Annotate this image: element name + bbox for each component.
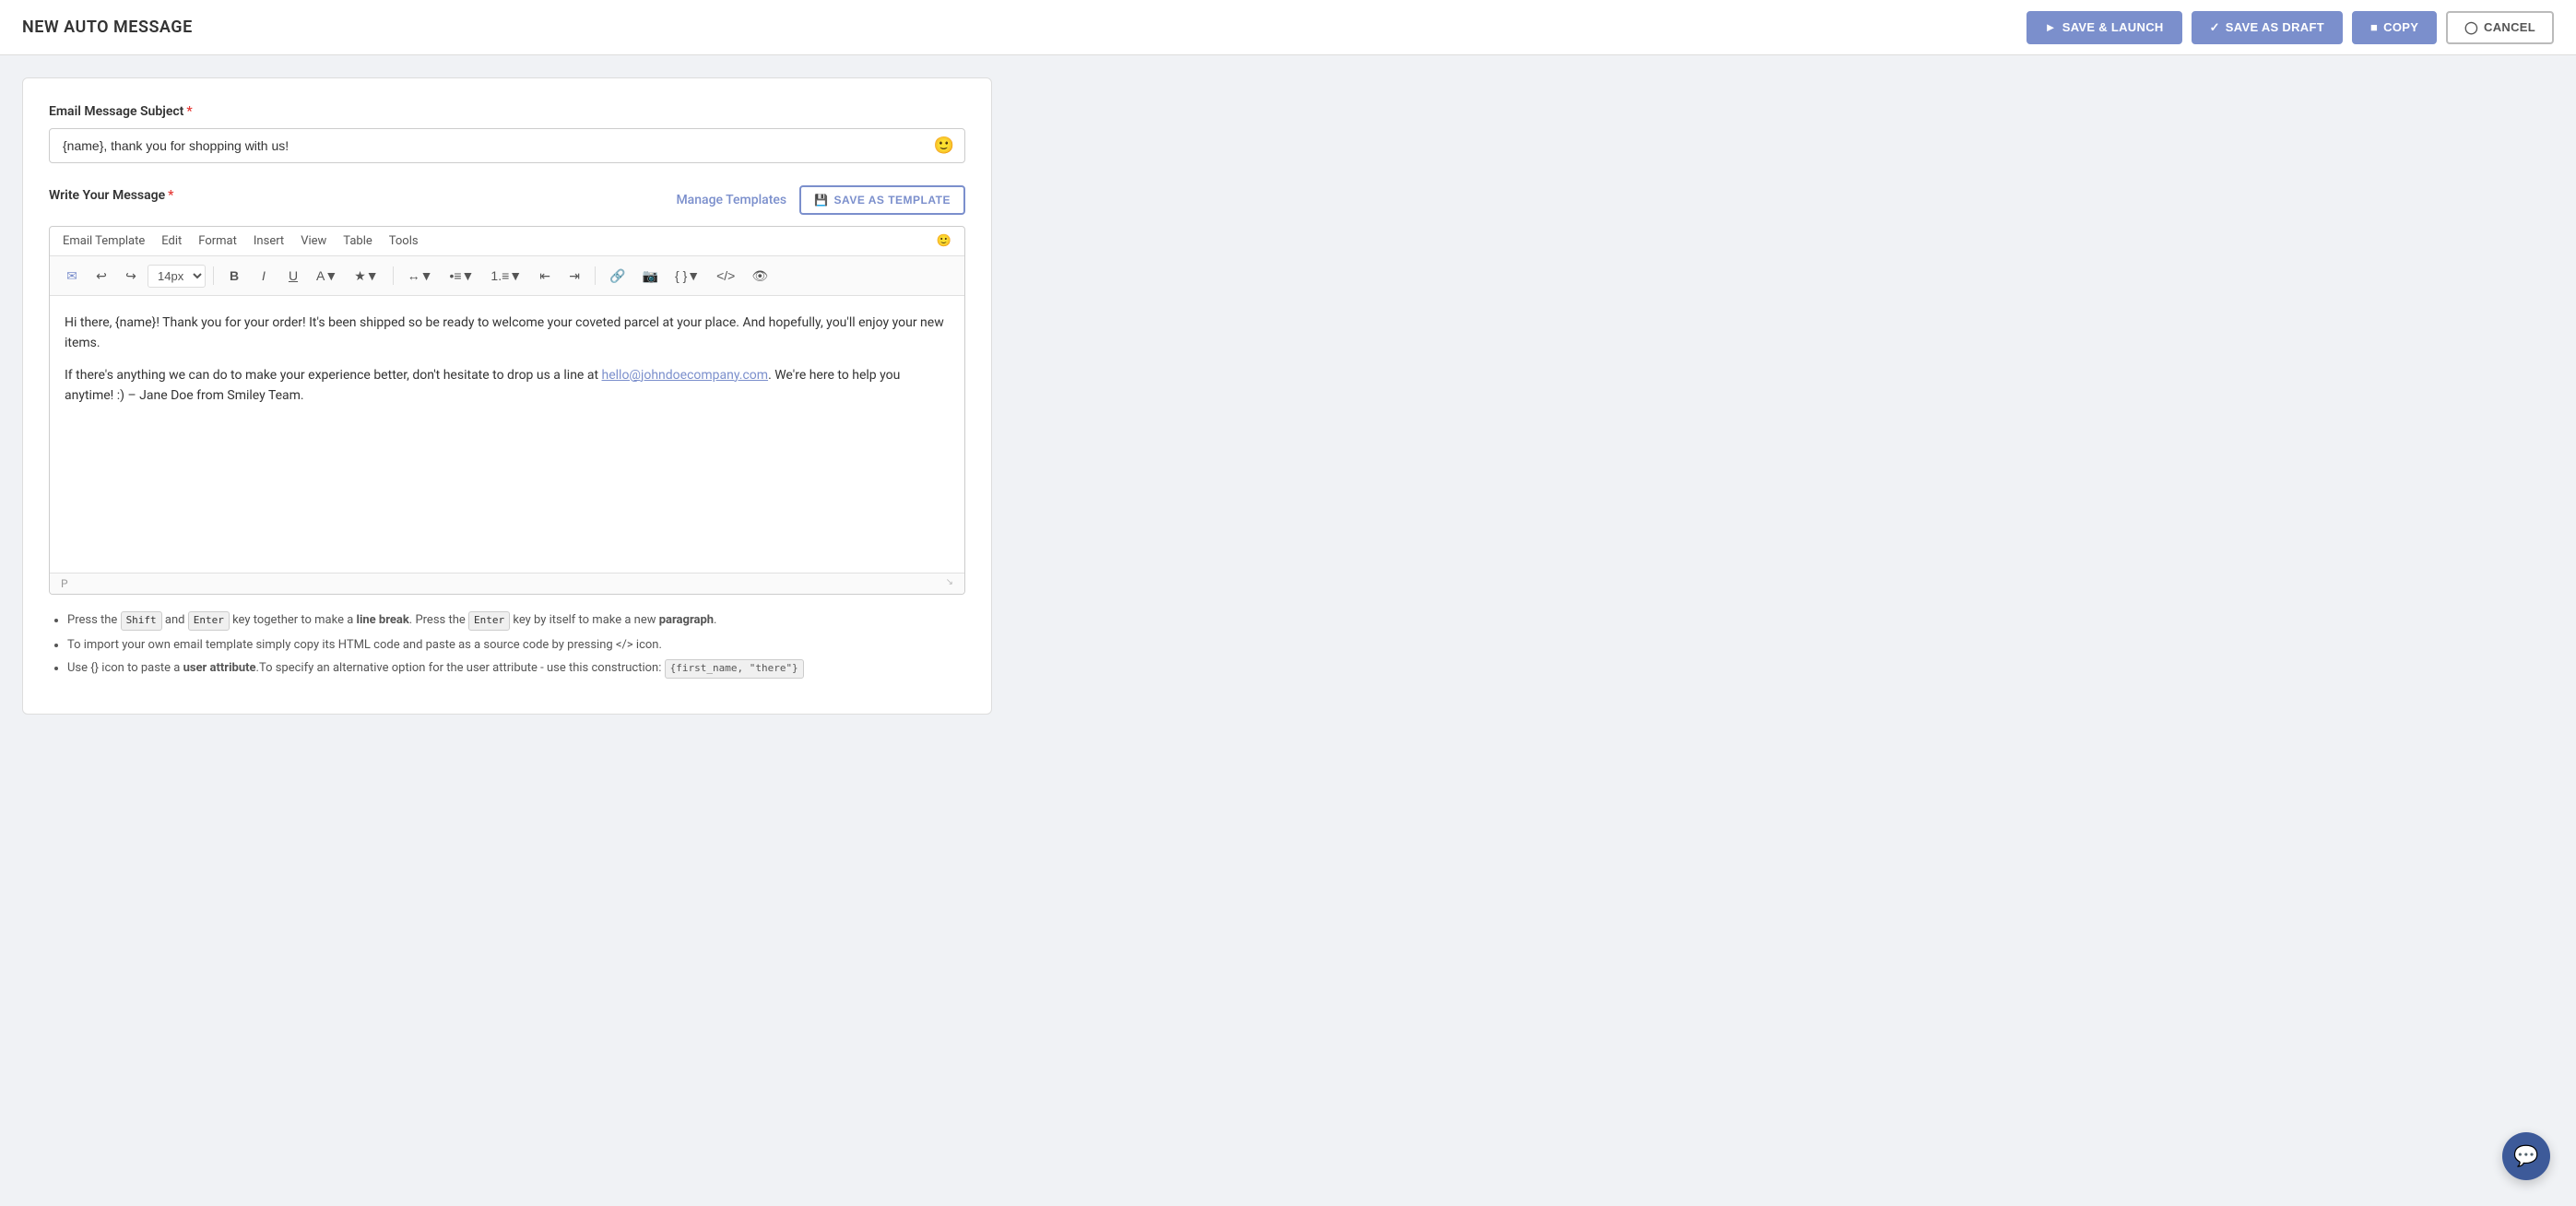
send-icon: ► bbox=[2045, 20, 2057, 34]
chat-fab-button[interactable]: 💬 bbox=[2502, 1132, 2550, 1180]
menu-edit[interactable]: Edit bbox=[161, 234, 182, 248]
hint-user-attribute: Use {} icon to paste a user attribute.To… bbox=[67, 659, 965, 679]
preview-button[interactable]: 👁 bbox=[745, 263, 774, 289]
highlight-button[interactable]: ★▼ bbox=[348, 263, 384, 289]
hint-paragraph-bold: paragraph bbox=[659, 613, 714, 627]
hints-section: Press the Shift and Enter key together t… bbox=[49, 611, 965, 679]
copy-button[interactable]: ■ COPY bbox=[2352, 11, 2437, 44]
subject-required: * bbox=[186, 104, 192, 119]
message-header: Write Your Message* Manage Templates 💾 S… bbox=[49, 185, 965, 215]
kbd-enter-2: Enter bbox=[468, 611, 510, 631]
subject-label: Email Message Subject* bbox=[49, 104, 965, 119]
cancel-icon: ◯ bbox=[2464, 20, 2478, 35]
variable-button[interactable]: { }▼ bbox=[668, 263, 706, 289]
kbd-shift: Shift bbox=[121, 611, 162, 631]
page-title: NEW AUTO MESSAGE bbox=[22, 18, 193, 37]
italic-button[interactable]: I bbox=[251, 263, 277, 289]
editor-menubar: Email Template Edit Format Insert View T… bbox=[50, 227, 964, 256]
save-template-icon: 💾 bbox=[814, 194, 828, 207]
resize-handle[interactable]: ↘ bbox=[946, 577, 953, 590]
editor-paragraph-1: Hi there, {name}! Thank you for your ord… bbox=[65, 313, 950, 354]
menu-email-template[interactable]: Email Template bbox=[63, 234, 145, 248]
link-button[interactable]: 🔗 bbox=[603, 263, 632, 289]
email-editor: Email Template Edit Format Insert View T… bbox=[49, 226, 965, 595]
redo-button[interactable]: ↪ bbox=[118, 263, 144, 289]
hint-user-attr-bold: user attribute bbox=[183, 661, 256, 675]
save-as-template-button[interactable]: 💾 SAVE AS TEMPLATE bbox=[799, 185, 965, 215]
save-draft-button[interactable]: ✓ SAVE AS DRAFT bbox=[2192, 11, 2343, 44]
hint-line-break: Press the Shift and Enter key together t… bbox=[67, 611, 965, 631]
align-button[interactable]: ↔▼ bbox=[401, 263, 440, 289]
subject-emoji-button[interactable]: 🙂 bbox=[934, 136, 954, 156]
cancel-button[interactable]: ◯ CANCEL bbox=[2446, 11, 2554, 44]
hint-import-template: To import your own email template simply… bbox=[67, 636, 965, 655]
editor-tag: P bbox=[61, 577, 68, 590]
font-size-select[interactable]: 14px 10px 12px 16px 18px 24px bbox=[148, 265, 206, 288]
menubar-emoji-button[interactable]: 🙂 bbox=[937, 234, 951, 248]
underline-button[interactable]: U bbox=[280, 263, 306, 289]
undo-button[interactable]: ↩ bbox=[89, 263, 114, 289]
email-link[interactable]: hello@johndoecompany.com bbox=[602, 368, 769, 383]
menu-tools[interactable]: Tools bbox=[389, 234, 419, 248]
image-button[interactable]: 📷 bbox=[636, 263, 665, 289]
hint-code-snippet: {first_name, "there"} bbox=[665, 659, 804, 679]
font-color-button[interactable]: A▼ bbox=[310, 263, 344, 289]
subject-input[interactable] bbox=[49, 128, 965, 163]
copy-icon: ■ bbox=[2370, 20, 2378, 34]
bold-button[interactable]: B bbox=[221, 263, 247, 289]
kbd-enter-1: Enter bbox=[188, 611, 230, 631]
main-content: Email Message Subject* 🙂 Write Your Mess… bbox=[0, 55, 1014, 737]
source-code-button[interactable]: </> bbox=[710, 263, 741, 289]
toolbar-separator-2 bbox=[393, 266, 394, 285]
message-required: * bbox=[168, 188, 173, 203]
email-format-button[interactable]: ✉ bbox=[59, 263, 85, 289]
menu-format[interactable]: Format bbox=[198, 234, 237, 248]
menu-insert[interactable]: Insert bbox=[254, 234, 284, 248]
indent-button[interactable]: ⇥ bbox=[561, 263, 587, 289]
menu-table[interactable]: Table bbox=[343, 234, 372, 248]
hint-linebreak-bold: line break bbox=[357, 613, 409, 627]
editor-paragraph-2: If there's anything we can do to make yo… bbox=[65, 365, 950, 407]
editor-body[interactable]: Hi there, {name}! Thank you for your ord… bbox=[50, 296, 964, 573]
save-launch-button[interactable]: ► SAVE & LAUNCH bbox=[2027, 11, 2182, 44]
outdent-button[interactable]: ⇤ bbox=[532, 263, 558, 289]
menu-view[interactable]: View bbox=[301, 234, 326, 248]
form-card: Email Message Subject* 🙂 Write Your Mess… bbox=[22, 77, 992, 715]
editor-statusbar: P ↘ bbox=[50, 573, 964, 594]
header-actions: ► SAVE & LAUNCH ✓ SAVE AS DRAFT ■ COPY ◯… bbox=[2027, 11, 2554, 44]
toolbar-separator-1 bbox=[213, 266, 214, 285]
draft-icon: ✓ bbox=[2210, 20, 2220, 35]
header: NEW AUTO MESSAGE ► SAVE & LAUNCH ✓ SAVE … bbox=[0, 0, 2576, 55]
message-label: Write Your Message* bbox=[49, 188, 173, 203]
ordered-list-button[interactable]: 1.≡▼ bbox=[484, 263, 528, 289]
editor-toolbar: ✉ ↩ ↪ 14px 10px 12px 16px 18px 24px B I … bbox=[50, 256, 964, 296]
subject-input-wrap: 🙂 bbox=[49, 128, 965, 163]
toolbar-separator-3 bbox=[595, 266, 596, 285]
unordered-list-button[interactable]: •≡▼ bbox=[443, 263, 480, 289]
message-actions: Manage Templates 💾 SAVE AS TEMPLATE bbox=[676, 185, 965, 215]
manage-templates-link[interactable]: Manage Templates bbox=[676, 193, 786, 207]
